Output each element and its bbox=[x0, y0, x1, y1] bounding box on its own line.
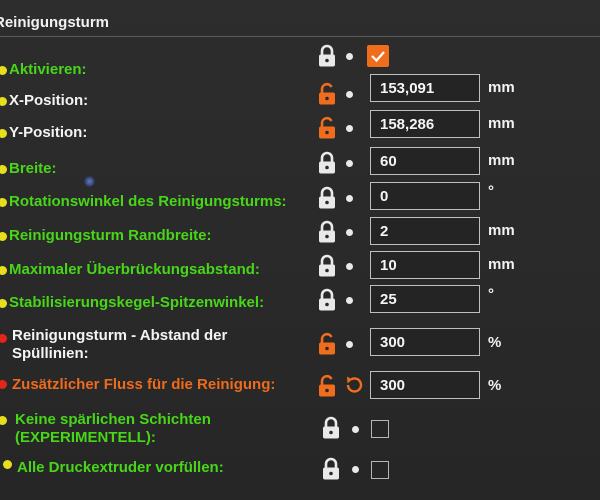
settings-panel: Reinigungsturm Aktivieren: X-Position: 1… bbox=[0, 0, 600, 500]
row-stabilisierungskegel: Stabilisierungskegel-Spitzenwinkel: 25 ° bbox=[0, 284, 600, 318]
rotationswinkel-input[interactable]: 0 bbox=[370, 182, 480, 210]
zusaetzlicher-fluss-unit: % bbox=[488, 377, 502, 394]
lock-open-icon[interactable] bbox=[316, 82, 338, 106]
activate-checkbox[interactable] bbox=[367, 45, 389, 67]
lock-closed-icon[interactable] bbox=[316, 44, 338, 68]
lock-open-icon[interactable] bbox=[316, 116, 338, 140]
label-x-position: X-Position: bbox=[9, 92, 89, 109]
keine-spaerlichen-checkbox[interactable] bbox=[371, 420, 389, 438]
label-rotationswinkel: Rotationswinkel des Reinigungsturms: bbox=[9, 193, 287, 210]
label-alle-druckextruder: Alle Druckextruder vorfüllen: bbox=[17, 459, 224, 476]
lock-closed-icon[interactable] bbox=[316, 220, 338, 244]
section-title: Reinigungsturm bbox=[0, 14, 109, 31]
ueberbrueckungsabstand-unit: mm bbox=[488, 256, 515, 273]
row-keine-spaerlichen-schichten: Keine spärlichen Schichten (EXPERIMENTEL… bbox=[0, 406, 600, 450]
status-dot bbox=[0, 66, 7, 75]
lock-closed-icon[interactable] bbox=[316, 186, 338, 210]
rotationswinkel-unit: ° bbox=[488, 183, 494, 200]
randbreite-input[interactable]: 2 bbox=[370, 217, 480, 245]
abstand-spuellinien-input[interactable]: 300 bbox=[370, 328, 480, 356]
default-dot-icon bbox=[346, 229, 353, 236]
row-zusaetzlicher-fluss: Zusätzlicher Fluss für die Reinigung: 30… bbox=[0, 370, 600, 404]
label-breite: Breite: bbox=[9, 160, 57, 177]
row-ueberbrueckungsabstand: Maximaler Überbrückungsabstand: 10 mm bbox=[0, 250, 600, 284]
row-rotationswinkel: Rotationswinkel des Reinigungsturms: 0 ° bbox=[0, 181, 600, 215]
lock-open-icon[interactable] bbox=[316, 374, 338, 398]
breite-unit: mm bbox=[488, 152, 515, 169]
default-dot-icon bbox=[346, 91, 353, 98]
x-position-input[interactable]: 153,091 bbox=[370, 74, 480, 102]
ueberbrueckungsabstand-input[interactable]: 10 bbox=[370, 251, 480, 279]
default-dot-icon bbox=[352, 466, 359, 473]
label-y-position: Y-Position: bbox=[9, 124, 88, 141]
label-stabilisierungskegel: Stabilisierungskegel-Spitzenwinkel: bbox=[9, 294, 265, 311]
label-aktivieren: Aktivieren: bbox=[9, 61, 87, 78]
status-dot bbox=[0, 334, 7, 343]
x-position-unit: mm bbox=[488, 79, 515, 96]
checkmark-icon bbox=[371, 51, 385, 63]
abstand-spuellinien-unit: % bbox=[488, 334, 502, 351]
default-dot-icon bbox=[346, 263, 353, 270]
status-dot bbox=[0, 232, 7, 241]
label-randbreite: Reinigungsturm Randbreite: bbox=[9, 227, 212, 244]
status-dot bbox=[3, 460, 12, 469]
row-alle-druckextruder: Alle Druckextruder vorfüllen: bbox=[0, 454, 600, 488]
status-dot bbox=[0, 416, 7, 425]
default-dot-icon bbox=[346, 53, 353, 60]
status-dot bbox=[0, 299, 7, 308]
randbreite-unit: mm bbox=[488, 222, 515, 239]
y-position-input[interactable]: 158,286 bbox=[370, 110, 480, 138]
row-x-position: X-Position: 153,091 mm bbox=[0, 74, 600, 116]
status-dot bbox=[0, 266, 7, 275]
status-dot bbox=[0, 198, 7, 207]
row-y-position: Y-Position: 158,286 mm bbox=[0, 110, 600, 148]
status-dot bbox=[0, 380, 7, 389]
label-zusaetzlicher-fluss: Zusätzlicher Fluss für die Reinigung: bbox=[12, 376, 276, 393]
reset-arrow-icon[interactable] bbox=[343, 374, 365, 396]
default-dot-icon bbox=[346, 195, 353, 202]
default-dot-icon bbox=[346, 125, 353, 132]
default-dot-icon bbox=[346, 160, 353, 167]
status-dot bbox=[0, 129, 7, 138]
label-keine-spaerlichen-line2: (EXPERIMENTELL): bbox=[15, 429, 156, 446]
lock-closed-icon[interactable] bbox=[320, 416, 342, 440]
stabilisierungskegel-unit: ° bbox=[488, 286, 494, 303]
row-randbreite: Reinigungsturm Randbreite: 2 mm bbox=[0, 216, 600, 250]
lock-closed-icon[interactable] bbox=[320, 457, 342, 481]
row-abstand-spuellinien: Reinigungsturm - Abstand der Spüllinien:… bbox=[0, 322, 600, 366]
section-divider bbox=[0, 36, 600, 37]
status-dot bbox=[0, 165, 7, 174]
lock-closed-icon[interactable] bbox=[316, 254, 338, 278]
label-abstand-spuellinien-line1: Reinigungsturm - Abstand der bbox=[12, 327, 228, 344]
y-position-unit: mm bbox=[488, 115, 515, 132]
status-dot bbox=[0, 97, 7, 106]
label-keine-spaerlichen-line1: Keine spärlichen Schichten bbox=[15, 411, 211, 428]
alle-druckextruder-checkbox[interactable] bbox=[371, 461, 389, 479]
lock-open-icon[interactable] bbox=[316, 332, 338, 356]
default-dot-icon bbox=[346, 341, 353, 348]
stabilisierungskegel-input[interactable]: 25 bbox=[370, 285, 480, 313]
label-abstand-spuellinien-line2: Spüllinien: bbox=[12, 345, 89, 362]
default-dot-icon bbox=[352, 426, 359, 433]
lock-closed-icon[interactable] bbox=[316, 151, 338, 175]
default-dot-icon bbox=[346, 297, 353, 304]
lock-closed-icon[interactable] bbox=[316, 288, 338, 312]
breite-input[interactable]: 60 bbox=[370, 147, 480, 175]
label-ueberbrueckungsabstand: Maximaler Überbrückungsabstand: bbox=[9, 261, 260, 278]
zusaetzlicher-fluss-input[interactable]: 300 bbox=[370, 371, 480, 399]
